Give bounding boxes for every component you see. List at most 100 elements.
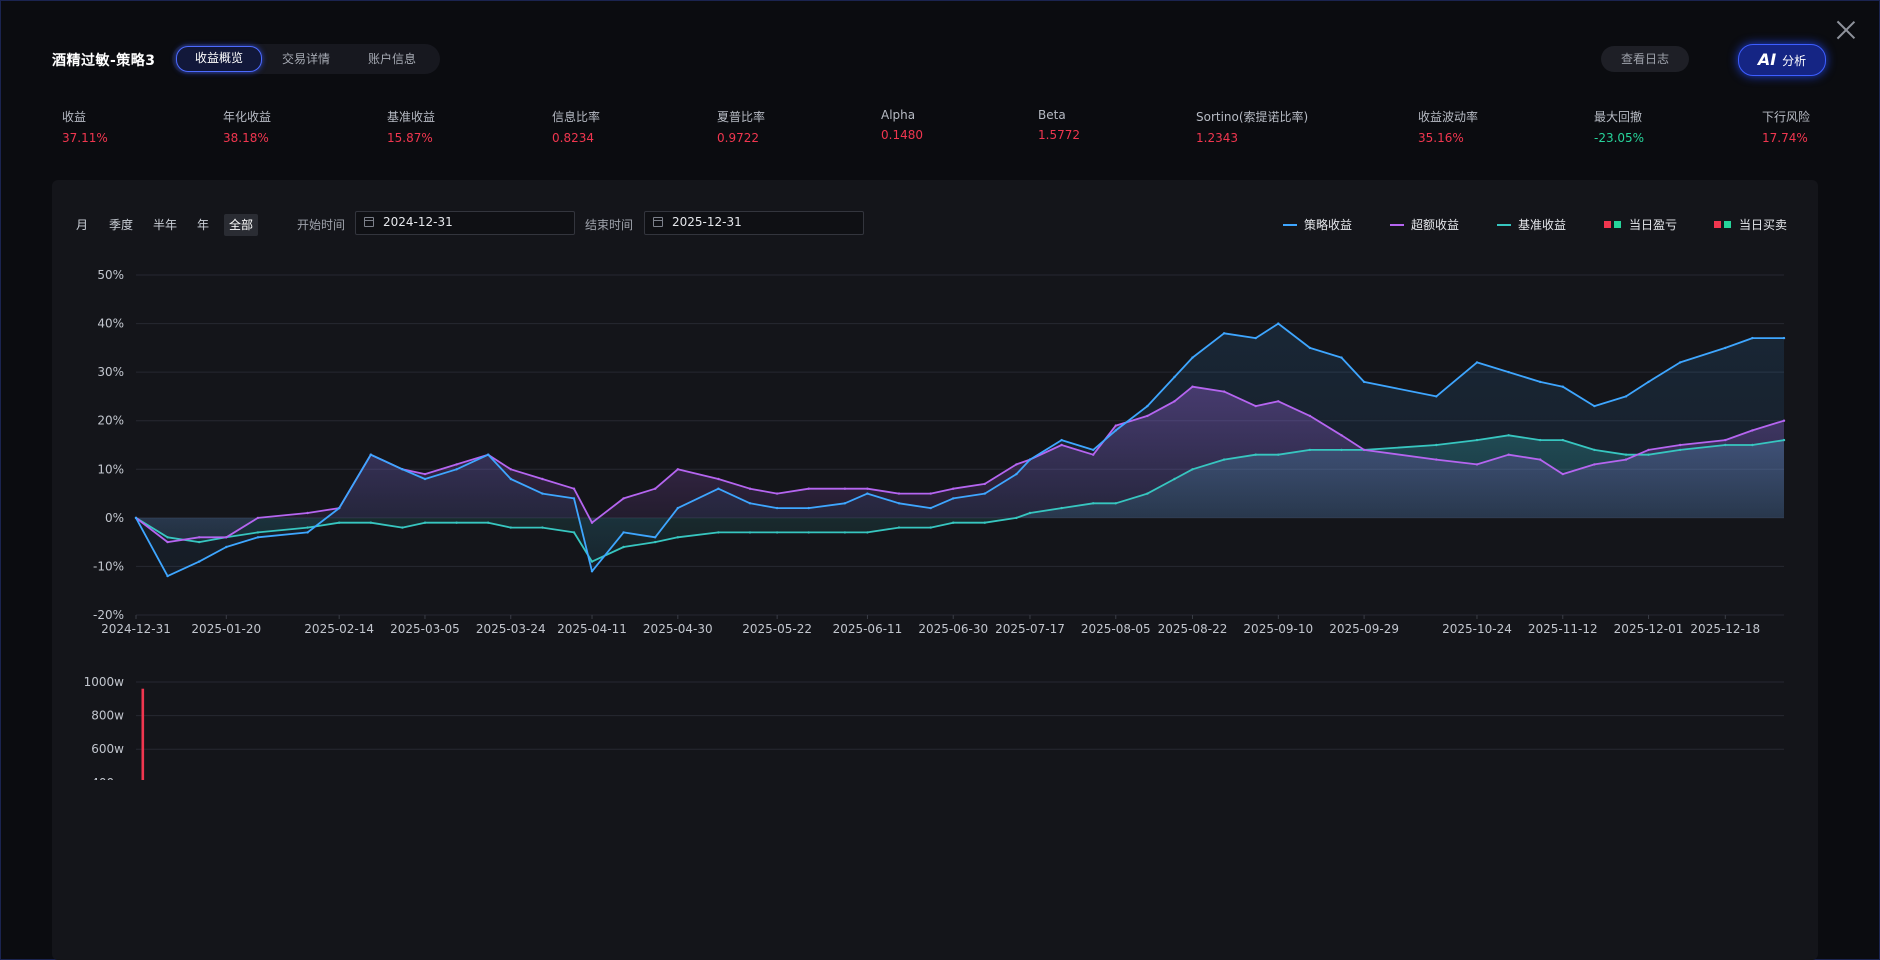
data-point [717,477,720,481]
metric-annual-return: 年化收益 38.18% [223,108,271,145]
data-point [654,540,657,544]
x-tick-label: 2025-04-30 [643,622,713,636]
ai-analysis-button[interactable]: AI 分析 [1738,44,1826,76]
data-point [748,531,752,534]
x-tick-label: 2025-02-14 [304,622,374,636]
data-point [1507,434,1510,437]
data-point [1114,429,1118,432]
data-point [1507,453,1510,456]
metric-information-ratio: 信息比率 0.8234 [552,108,600,145]
x-tick-label: 2025-07-17 [995,622,1065,636]
metric-label: 信息比率 [552,110,601,124]
metric-label: 夏普比率 [717,110,766,124]
x-tick-label: 2025-05-22 [742,622,812,636]
metric-label: 最大回撤 [1594,110,1643,124]
x-tick-label: 2025-04-11 [557,622,627,636]
metric-value: 17.74% [1762,131,1808,145]
data-point [1173,400,1176,403]
metric-value: 0.8234 [552,131,594,145]
tab-account-info[interactable]: 账户信息 [350,47,434,71]
data-point [1028,458,1032,461]
data-point [1647,380,1650,384]
data-point [541,526,544,529]
data-point [1561,385,1565,388]
data-point [866,492,869,495]
data-point [1362,380,1366,384]
metric-sharpe-ratio: 夏普比率 0.9722 [717,108,765,145]
x-tick-label: 2025-09-10 [1243,622,1313,636]
data-point [572,497,576,500]
data-point [1751,336,1754,340]
y-tick-label: 20% [97,414,124,428]
data-point [1222,390,1226,393]
close-icon[interactable] [1836,20,1856,40]
data-point [843,487,847,490]
data-point [1060,506,1063,510]
data-point [198,560,201,563]
data-point [952,521,955,524]
chart-panel: 月 季度 半年 年 全部 开始时间 2024-12-31 结束时间 2025-1… [52,180,1818,960]
data-point [1435,395,1438,398]
returns-line-chart[interactable]: 50% 40% 30% 20% 10% 0% -10% -20%2024-12-31 2025-… [52,180,1818,780]
data-point [1561,472,1565,476]
data-point [622,531,625,534]
data-point [401,526,404,529]
data-point [509,526,512,529]
data-point [572,487,576,490]
data-point [1507,370,1510,374]
data-point [306,531,309,534]
metric-label: 年化收益 [223,110,272,124]
tab-trade-details[interactable]: 交易详情 [264,47,348,71]
data-point [1254,453,1257,456]
data-point [1435,458,1438,461]
x-tick-label: 2025-08-22 [1158,622,1228,636]
metric-value: 15.87% [387,131,433,145]
data-point [1751,429,1754,432]
metric-value: 35.16% [1418,131,1464,145]
y-tick-label: 30% [97,365,124,379]
data-point [1647,448,1650,452]
x-tick-label: 2024-12-31 [101,622,171,636]
series-fills [136,323,1784,577]
data-point [1254,336,1257,340]
data-point [1277,453,1280,456]
data-point [1015,516,1018,520]
metric-value: 0.1480 [881,128,923,142]
data-point [306,526,309,529]
view-log-button[interactable]: 查看日志 [1601,46,1689,72]
data-point [423,521,427,524]
x-tick-label: 2025-12-18 [1690,622,1760,636]
data-point [401,468,404,471]
data-point [775,531,779,534]
data-point [1782,336,1786,340]
data-point [983,492,986,495]
data-point [1191,356,1194,359]
x-tick-label: 2025-10-24 [1442,622,1512,636]
data-point [369,453,372,456]
data-point [676,536,679,539]
series-area-0 [136,323,1784,577]
data-point [843,502,847,505]
data-point [866,487,869,490]
tab-returns-overview[interactable]: 收益概览 [176,46,263,72]
data-point [1624,453,1628,456]
data-point [225,536,228,539]
data-point [338,506,341,510]
data-point [1647,453,1650,456]
metric-volatility: 收益波动率 35.16% [1418,108,1478,145]
data-point [654,536,657,539]
data-point [1308,414,1312,418]
data-point [1539,458,1542,461]
x-tick-label: 2025-09-29 [1329,622,1399,636]
x-tick-label: 2025-06-30 [918,622,988,636]
data-point [929,506,932,510]
data-point [1173,375,1176,379]
data-point [1724,438,1727,442]
x-tick-label: 2025-06-11 [833,622,903,636]
metric-value: 1.2343 [1196,131,1238,145]
data-point [1593,404,1596,408]
data-point [807,531,810,534]
data-point [622,545,625,549]
metric-sortino: Sortino(索提诺比率) 1.2343 [1196,108,1308,145]
data-point [1435,443,1438,447]
